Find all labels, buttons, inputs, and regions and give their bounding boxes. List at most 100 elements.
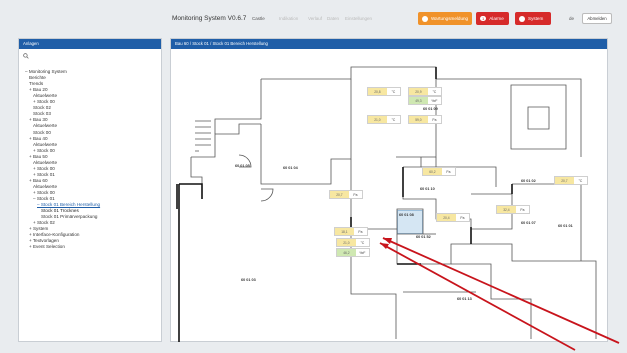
tree-item[interactable]: + Bau 40 <box>29 136 48 141</box>
language-selector[interactable]: de <box>569 16 574 21</box>
sensor-box[interactable]: 20,4 Pa <box>436 213 470 222</box>
tree-item[interactable]: + System <box>29 226 48 231</box>
tree-item[interactable]: Stock 02 <box>33 105 51 110</box>
room-label: 60 01 07 <box>521 221 536 225</box>
sensor-unit: Pa <box>441 168 455 175</box>
sensor-box[interactable]: 46,2 %rF <box>336 248 370 257</box>
sensor-unit: °C <box>386 116 400 123</box>
sensor-value: 18,1 <box>335 228 354 235</box>
sensor-value: 59,0 <box>409 116 428 123</box>
floorplan-panel: Bau 60 / Stock 01 / Stock 01 Bereich Her… <box>170 38 608 342</box>
nav-item[interactable]: Einstellungen <box>345 16 372 21</box>
sensor-box[interactable]: 18,1 Pa <box>334 227 368 236</box>
top-bar: Monitoring System V0.6.7 Castle Indikati… <box>0 0 627 36</box>
alarms-label: Alarme <box>489 16 504 21</box>
tree-item[interactable]: + Bau 30 <box>29 117 48 122</box>
sensor-unit: °C <box>355 239 369 246</box>
sidebar-title: Anlagen <box>19 39 161 49</box>
room-label: 60 01 52 <box>416 235 431 239</box>
tree-item[interactable]: + Stock 00 <box>33 99 55 104</box>
logout-button[interactable]: Abmelden <box>582 13 612 24</box>
sensor-box[interactable]: 21,0 °C <box>336 238 370 247</box>
maintenance-label: Wartungsmeldung <box>431 16 469 21</box>
sensor-unit: Pa <box>348 191 362 198</box>
sensor-value: 49,3 <box>409 97 428 104</box>
room-label: 60 01 13 <box>457 297 472 301</box>
sensor-box[interactable]: 20,7 Pa <box>329 190 363 199</box>
room-label: 60 01 03 <box>241 278 256 282</box>
sensor-value: 60,2 <box>423 168 442 175</box>
sensor-box[interactable]: 21,0 °C <box>367 115 401 124</box>
tree-item[interactable]: + Stock 00 <box>33 148 55 153</box>
room-label: 60 01 02 <box>521 179 536 183</box>
sensor-unit: Pa <box>353 228 367 235</box>
sensor-value: 21,0 <box>368 116 387 123</box>
sensor-value: 20,9 <box>409 88 428 95</box>
tree-item[interactable]: Aktuelwerte <box>33 160 57 165</box>
sensor-unit: °C <box>427 88 441 95</box>
sensor-box[interactable]: 59,0 Pa <box>408 115 442 124</box>
app-title: Monitoring System V0.6.7 <box>172 15 247 22</box>
alarms-button[interactable]: 1 Alarme <box>476 12 509 25</box>
breadcrumb: Bau 60 / Stock 01 / Stock 01 Bereich Her… <box>171 39 607 49</box>
sensor-unit: °C <box>573 177 587 184</box>
alarm-count-badge: 1 <box>480 16 487 21</box>
room-label: 60 01 09 <box>423 107 438 111</box>
tree-item[interactable]: + Bau 60 <box>29 178 48 183</box>
sensor-unit: %rF <box>355 249 369 256</box>
tree-item[interactable]: + Interface-Konfiguration <box>29 232 79 237</box>
tree-item[interactable]: Aktuelwerte <box>33 123 57 128</box>
room-label: 60 01 01 <box>558 224 573 228</box>
tree-item[interactable]: Aktuelwerte <box>33 184 57 189</box>
tree-item[interactable]: + Stock 00 <box>33 166 55 171</box>
sensor-value: 21,0 <box>337 239 356 246</box>
search-icon[interactable] <box>23 53 29 59</box>
room-label: 60 01 08 <box>399 213 414 217</box>
sensor-value: 20,7 <box>330 191 349 198</box>
sensor-box[interactable]: 20,9 °C <box>408 87 442 96</box>
sensor-box[interactable]: 20,7 °C <box>554 176 588 185</box>
sensor-value: 46,2 <box>337 249 356 256</box>
sensor-box[interactable]: 20,8 °C <box>367 87 401 96</box>
tree-item[interactable]: Stock 03 <box>33 111 51 116</box>
tree-item[interactable]: + Stock 02 <box>33 220 55 225</box>
system-label: System <box>528 16 544 21</box>
room-label: 60 01 05 <box>235 164 250 168</box>
sensor-box[interactable]: 32,4 Pa <box>496 205 530 214</box>
nav-item[interactable]: Indikation <box>279 16 298 21</box>
tree-item[interactable]: Aktuelwerte <box>33 142 57 147</box>
maintenance-button[interactable]: Wartungsmeldung <box>418 12 472 25</box>
sensor-unit: °C <box>386 88 400 95</box>
tree-item[interactable]: + Event Selection <box>29 244 65 249</box>
nav-item[interactable]: Daten <box>327 16 339 21</box>
system-icon <box>519 15 525 22</box>
tree-item[interactable]: – Monitoring System <box>25 69 67 74</box>
sensor-unit: Pa <box>515 206 529 213</box>
sensor-unit: %rF <box>427 97 441 104</box>
sensor-value: 20,4 <box>437 214 456 221</box>
sidebar-panel: Anlagen – Monitoring System Berichte Trend… <box>18 38 162 342</box>
sensor-value: 20,8 <box>368 88 387 95</box>
tree-item[interactable]: Stock 01 Primärverpackung <box>41 214 97 219</box>
tree-item[interactable]: Berichte <box>29 75 46 80</box>
tree-item[interactable]: Stock 01 Trocknes <box>41 208 79 213</box>
tree-item[interactable]: + Textvorlagen <box>29 238 59 243</box>
tree-item[interactable]: Aktuelwerte <box>33 93 57 98</box>
tree-item[interactable]: + Bau 50 <box>29 154 48 159</box>
warning-icon <box>422 15 428 22</box>
tree-item[interactable]: – Stock 01 Bereich Herstellung <box>37 202 100 207</box>
tree-item[interactable]: Stock 00 <box>33 130 51 135</box>
sensor-box[interactable]: 49,3 %rF <box>408 96 442 105</box>
tree-item[interactable]: + Stock 01 <box>33 172 55 177</box>
sensor-unit: Pa <box>455 214 469 221</box>
room-label: 60 01 10 <box>420 187 435 191</box>
tree-item[interactable]: + Stock 00 <box>33 190 55 195</box>
sensor-box[interactable]: 60,2 Pa <box>422 167 456 176</box>
tree-item[interactable]: – Stock 01 <box>33 196 55 201</box>
nav-item[interactable]: Verlauf <box>308 16 322 21</box>
tree-item[interactable]: Trends <box>29 81 43 86</box>
tree-item[interactable]: + Bau 20 <box>29 87 48 92</box>
system-button[interactable]: System <box>515 12 551 25</box>
sensor-value: 32,4 <box>497 206 516 213</box>
nav-user[interactable]: Castle <box>252 16 265 21</box>
